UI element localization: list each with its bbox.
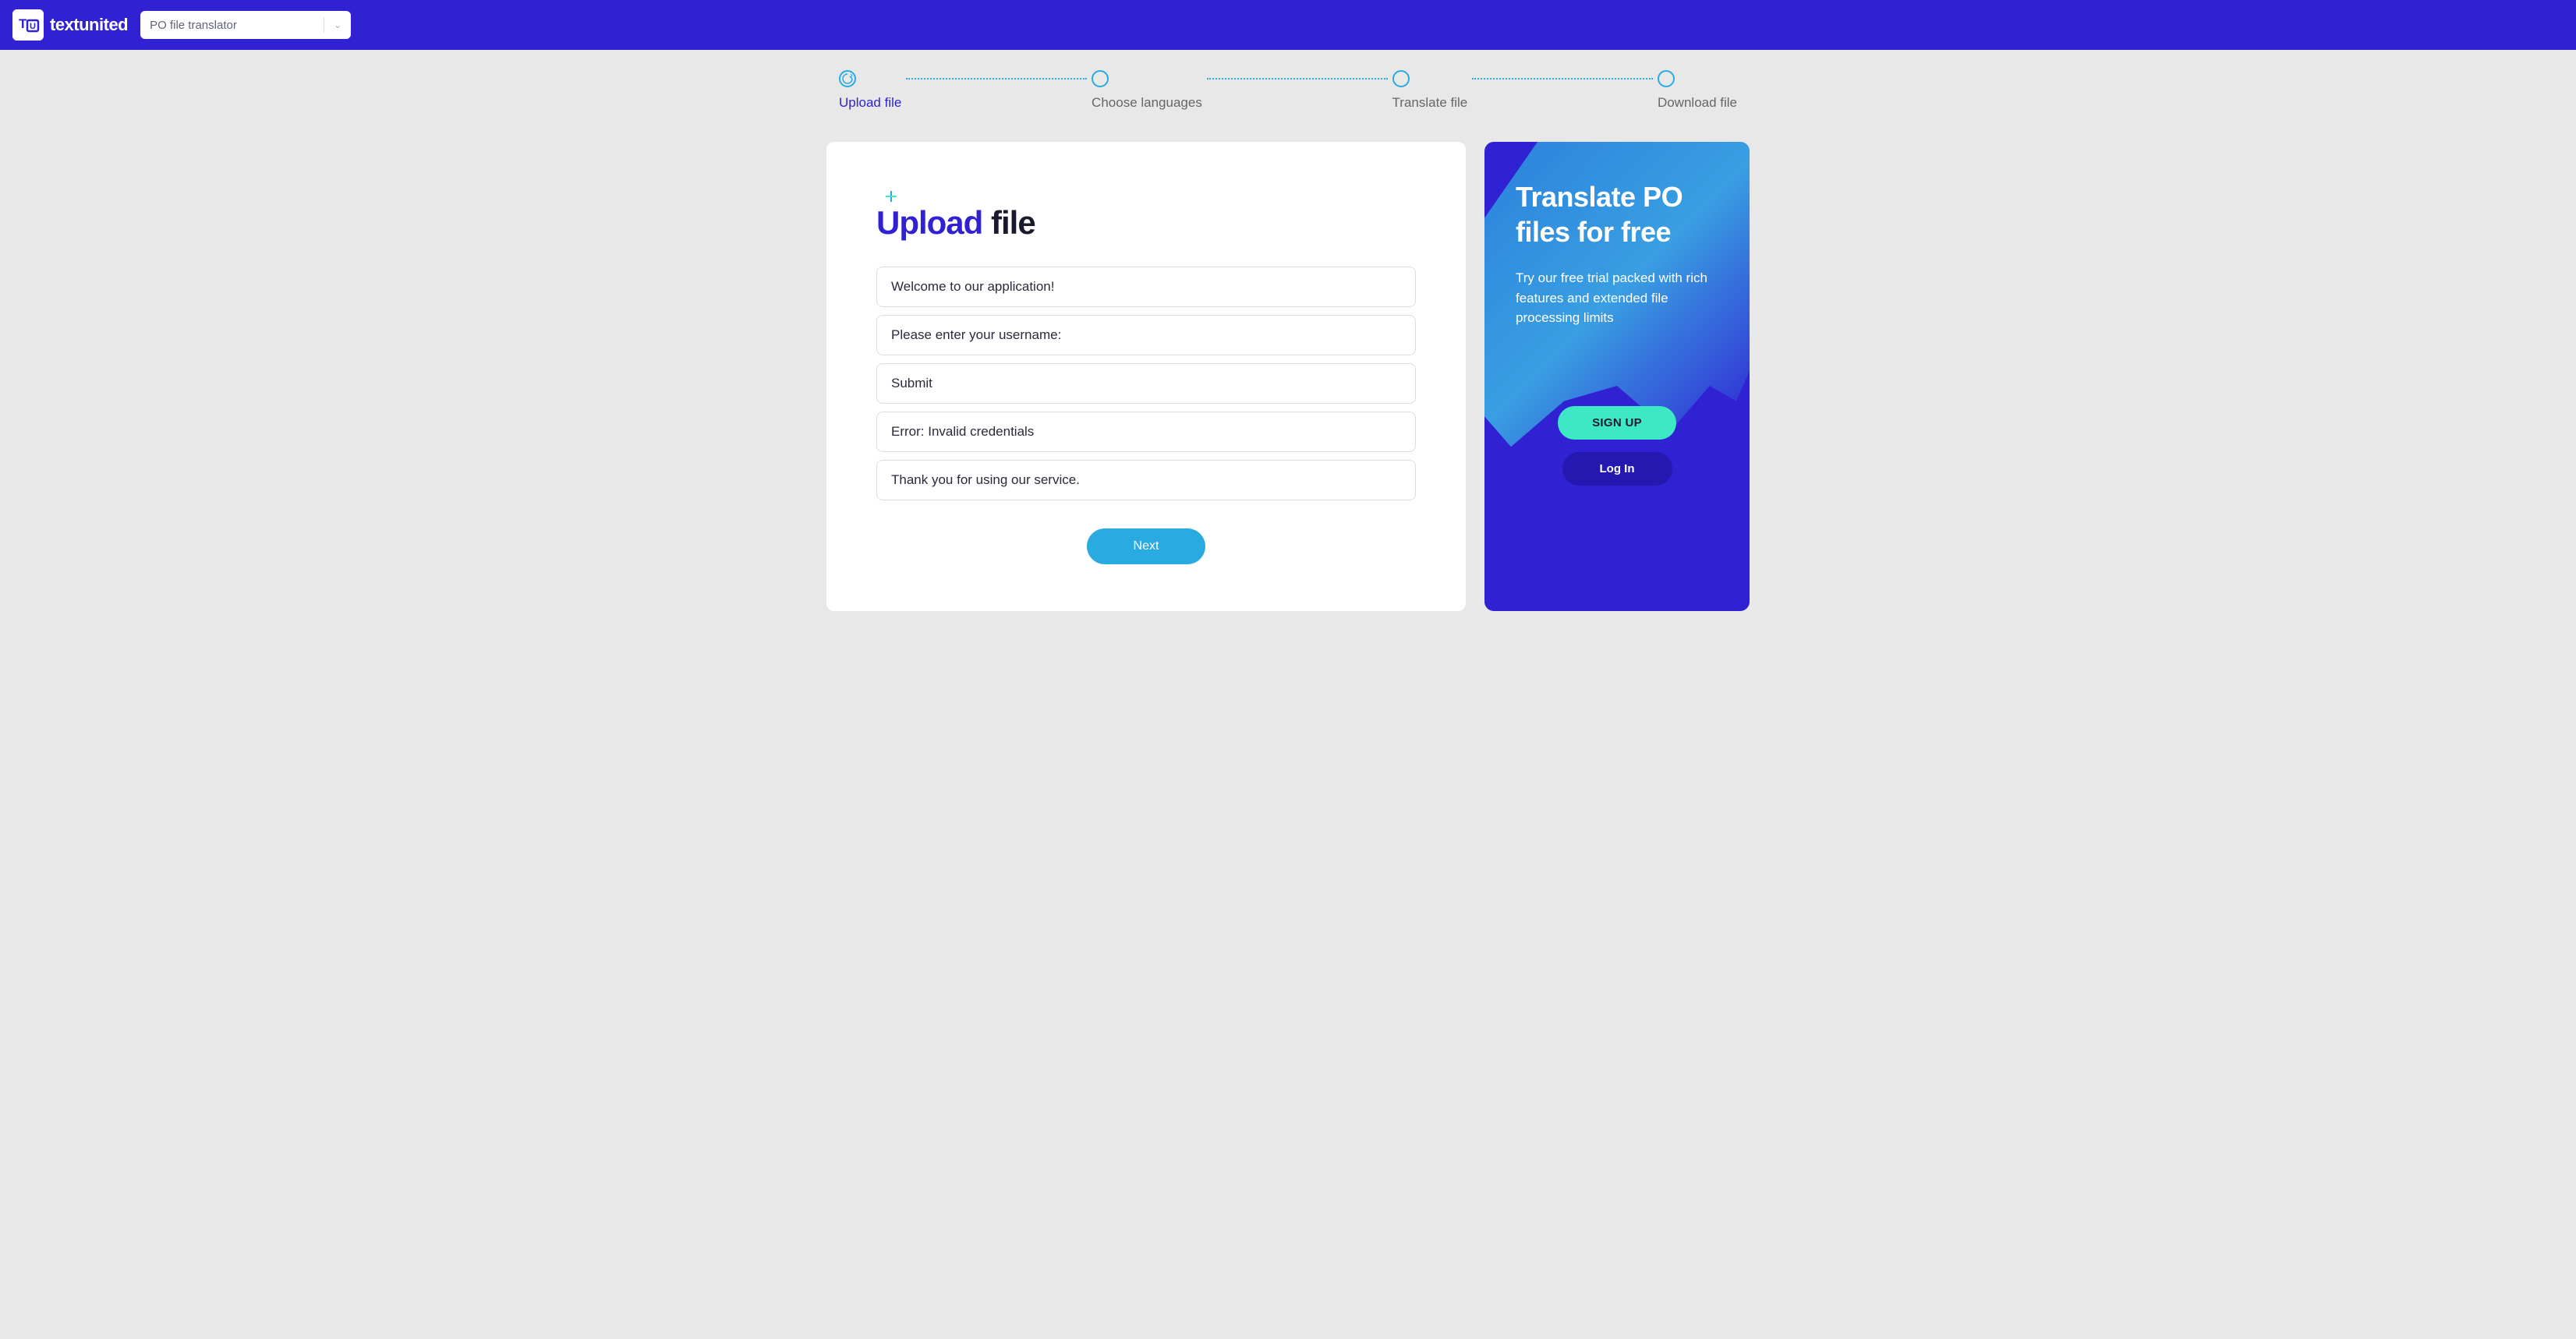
page-title: Upload file (876, 204, 1416, 242)
svg-text:U: U (30, 22, 36, 31)
stepper: Upload file Choose languages Translate f… (808, 50, 1768, 111)
dropdown-label: PO file translator (150, 19, 324, 32)
step-connector (906, 78, 1087, 79)
list-item[interactable]: Thank you for using our service. (876, 460, 1416, 500)
step-upload-file[interactable]: Upload file (839, 70, 901, 111)
step-circle-icon (839, 70, 856, 87)
step-label: Choose languages (1092, 95, 1202, 111)
step-connector (1472, 78, 1653, 79)
promo-title: Translate PO files for free (1516, 179, 1718, 249)
step-circle-icon (1092, 70, 1109, 87)
login-button[interactable]: Log In (1562, 452, 1672, 486)
step-choose-languages[interactable]: Choose languages (1092, 70, 1202, 111)
step-label: Download file (1658, 95, 1737, 111)
step-label: Translate file (1392, 95, 1468, 111)
title-accent: Upload (876, 204, 982, 241)
translator-dropdown[interactable]: PO file translator ⌄ (140, 11, 351, 39)
upload-card: Upload file Welcome to our application! … (826, 142, 1466, 611)
step-circle-icon (1658, 70, 1675, 87)
header: TU textunited PO file translator ⌄ (0, 0, 2576, 50)
logo-icon: TU (12, 9, 44, 41)
list-item[interactable]: Welcome to our application! (876, 267, 1416, 307)
promo-sidebar: Translate PO files for free Try our free… (1484, 142, 1750, 611)
brand-name: textunited (50, 15, 128, 35)
step-label: Upload file (839, 95, 901, 111)
list-item[interactable]: Submit (876, 363, 1416, 404)
step-circle-icon (1392, 70, 1410, 87)
main-content: Upload file Welcome to our application! … (808, 142, 1768, 611)
step-translate-file[interactable]: Translate file (1392, 70, 1468, 111)
next-button[interactable]: Next (1087, 528, 1206, 564)
step-connector (1207, 78, 1388, 79)
plus-icon (886, 189, 897, 207)
promo-description: Try our free trial packed with rich feat… (1516, 268, 1718, 328)
string-list: Welcome to our application! Please enter… (876, 267, 1416, 500)
svg-text:T: T (19, 16, 27, 31)
list-item[interactable]: Error: Invalid credentials (876, 412, 1416, 452)
promo-buttons: SIGN UP Log In (1516, 406, 1718, 486)
logo[interactable]: TU textunited (12, 9, 128, 41)
signup-button[interactable]: SIGN UP (1558, 406, 1676, 440)
chevron-down-icon: ⌄ (334, 19, 341, 30)
list-item[interactable]: Please enter your username: (876, 315, 1416, 355)
step-download-file[interactable]: Download file (1658, 70, 1737, 111)
title-rest: file (982, 204, 1035, 241)
